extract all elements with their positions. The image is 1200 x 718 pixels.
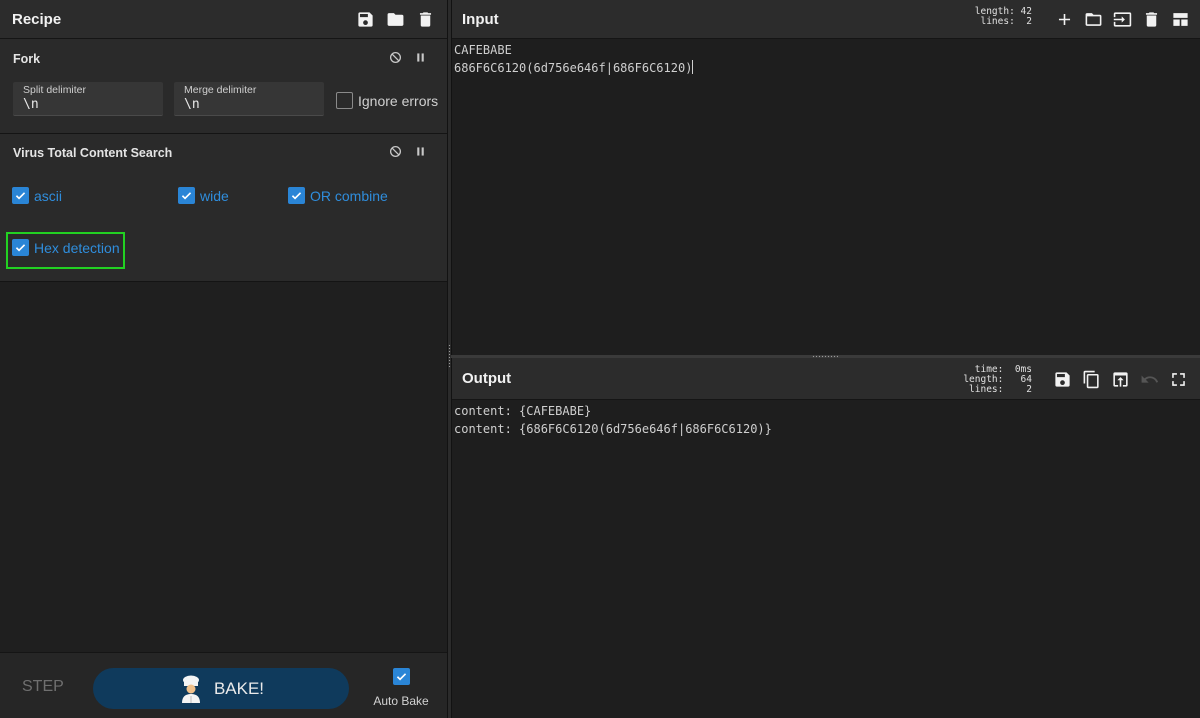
output-header: Output time: 0ms length: 64 lines: 2 (452, 358, 1200, 400)
input-panel: Input length: 42 lines: 2 CAFEBABE 686F6… (451, 0, 1200, 355)
recipe-panel: Recipe Fork Split delimiter \n Merge del… (0, 0, 448, 718)
save-recipe-button[interactable] (356, 10, 375, 29)
ignore-errors-box[interactable] (336, 92, 353, 109)
fork-disable-button[interactable] (389, 51, 402, 64)
undo-icon (1141, 375, 1159, 383)
check-icon (12, 187, 29, 204)
replace-input-button[interactable] (1111, 370, 1130, 389)
maximize-icon (1172, 372, 1185, 386)
merge-delimiter-label: Merge delimiter (184, 84, 257, 96)
virus-total-title: Virus Total Content Search (13, 146, 173, 160)
bake-controls: STEP BAKE! Auto Bake (0, 652, 447, 718)
bake-button[interactable]: BAKE! (93, 668, 349, 709)
copy-icon (1083, 370, 1099, 388)
add-input-tab-button[interactable] (1055, 10, 1074, 29)
wide-checkbox[interactable]: wide (178, 187, 229, 204)
save-icon (358, 12, 373, 27)
recipe-drop-area[interactable] (0, 282, 447, 652)
trash-icon (1145, 12, 1158, 27)
ascii-checkbox[interactable]: ascii (12, 187, 62, 204)
split-delimiter-value: \n (23, 97, 39, 112)
ignore-errors-checkbox[interactable]: Ignore errors (336, 92, 438, 109)
disable-icon (389, 51, 402, 64)
bake-label: BAKE! (213, 678, 265, 698)
recipe-title: Recipe (12, 10, 62, 28)
or-combine-checkbox[interactable]: OR combine (288, 187, 388, 204)
input-header: Input length: 42 lines: 2 (452, 0, 1200, 39)
output-panel: Output time: 0ms length: 64 lines: 2 con… (451, 358, 1200, 718)
output-text[interactable]: content: {CAFEBABE} content: {686F6C6120… (454, 402, 772, 438)
clear-recipe-button[interactable] (416, 10, 435, 29)
merge-delimiter-field[interactable]: Merge delimiter \n (174, 82, 324, 116)
save-icon (1055, 371, 1070, 387)
split-delimiter-field[interactable]: Split delimiter \n (13, 82, 163, 116)
output-lines: 2 (1026, 384, 1032, 395)
output-title: Output (462, 370, 512, 387)
fork-breakpoint-button[interactable] (414, 51, 427, 64)
virus-total-breakpoint-button[interactable] (414, 145, 427, 158)
hex-detection-highlight (6, 232, 125, 269)
virus-total-operation: Virus Total Content Search ascii wide OR… (0, 134, 447, 282)
fork-title: Fork (13, 52, 41, 66)
save-output-button[interactable] (1053, 370, 1072, 389)
input-line: CAFEBABE (454, 43, 512, 57)
disable-icon (389, 145, 402, 158)
step-button[interactable]: STEP (22, 678, 64, 696)
ignore-errors-label: Ignore errors (358, 92, 439, 109)
output-stats: time: 0ms length: 64 lines: 2 (963, 365, 1032, 395)
maximize-output-button[interactable] (1169, 370, 1188, 389)
copy-output-button[interactable] (1082, 370, 1101, 389)
check-icon (178, 187, 195, 204)
folder-icon (387, 13, 404, 26)
recipe-header: Recipe (0, 0, 447, 39)
plus-icon (1058, 13, 1071, 26)
input-lines: 2 (1026, 16, 1032, 27)
input-line: 686F6C6120(6d756e646f|686F6C6120) (454, 61, 693, 75)
merge-delimiter-value: \n (184, 97, 200, 112)
output-line: content: {686F6C6120(6d756e646f|686F6C61… (454, 422, 772, 436)
virus-total-disable-button[interactable] (389, 145, 402, 158)
output-lines-label: lines: (969, 384, 1004, 395)
text-caret (692, 60, 694, 74)
output-line: content: {CAFEBABE} (454, 404, 592, 418)
trash-icon (419, 12, 432, 27)
auto-bake-label: Auto Bake (373, 694, 429, 708)
reset-layout-button[interactable] (1171, 10, 1190, 29)
split-delimiter-label: Split delimiter (23, 84, 87, 96)
check-icon (288, 187, 305, 204)
layout-icon (1173, 13, 1188, 26)
input-textarea[interactable]: CAFEBABE 686F6C6120(6d756e646f|686F6C612… (454, 41, 694, 77)
auto-bake-checkbox[interactable]: Auto Bake (371, 668, 431, 708)
check-icon (392, 668, 410, 685)
pause-icon (417, 147, 424, 156)
chef-icon (181, 675, 200, 703)
ascii-label: ascii (34, 187, 63, 204)
import-icon (1113, 12, 1132, 27)
input-stats: length: 42 lines: 2 (975, 7, 1032, 27)
open-file-button[interactable] (1084, 10, 1103, 29)
input-title: Input (462, 10, 499, 28)
open-folder-button[interactable] (1113, 10, 1132, 29)
load-recipe-button[interactable] (386, 10, 405, 29)
pause-icon (417, 53, 424, 62)
folder-icon (1085, 13, 1102, 26)
input-lines-label: lines: (980, 16, 1015, 27)
replace-input-icon (1113, 371, 1128, 387)
or-combine-label: OR combine (310, 187, 388, 204)
wide-label: wide (200, 187, 229, 204)
clear-input-button[interactable] (1142, 10, 1161, 29)
fork-operation: Fork Split delimiter \n Merge delimiter … (0, 39, 447, 134)
undo-button[interactable] (1140, 370, 1159, 389)
